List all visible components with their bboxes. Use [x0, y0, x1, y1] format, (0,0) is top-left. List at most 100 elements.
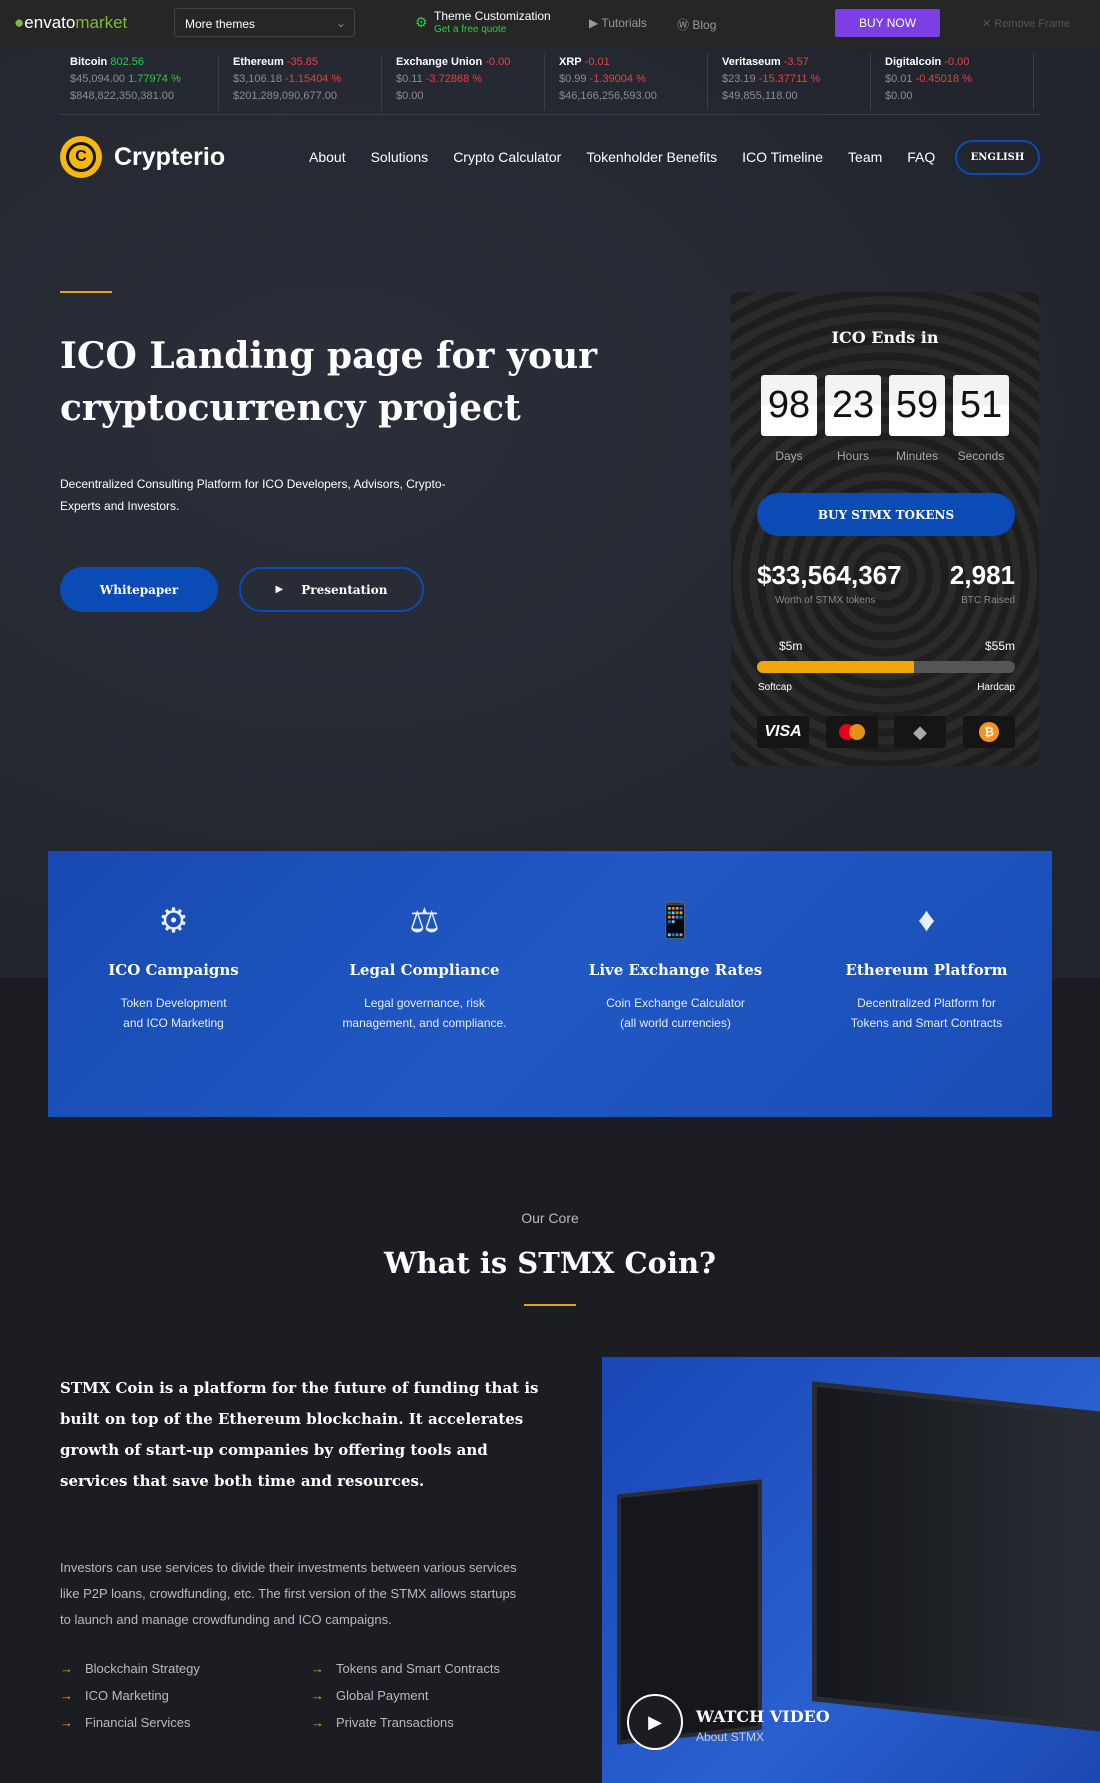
nav-item-faq[interactable]: FAQ: [907, 149, 935, 165]
btc-label: BTC Raised: [961, 595, 1015, 606]
ticker-item: Ethereum -35.85 $3,106.18 -1.15404 % $201,…: [219, 54, 382, 110]
btc-value: 2,981: [949, 560, 1015, 590]
envato-logo[interactable]: ●envatomarket: [14, 13, 127, 33]
feature-desc: Coin Exchange Calculator (all world curre…: [606, 996, 745, 1030]
presentation-button[interactable]: ▶ Presentation: [239, 567, 424, 612]
card-title: ICO Ends in: [831, 328, 939, 347]
video-preview-image[interactable]: ▶ WATCH VIDEO About STMX: [602, 1357, 1100, 1783]
core-body: Investors can use services to divide the…: [60, 1560, 517, 1627]
arrow-icon: →: [311, 1688, 324, 1703]
softcap-value: $5m: [779, 639, 803, 653]
feature-list-item: → Private Transactions: [311, 1715, 454, 1730]
brand-name[interactable]: Crypterio: [114, 143, 225, 172]
visa-icon: VISA: [757, 716, 809, 748]
funding-progress-bar: [757, 661, 1015, 673]
feature-title: Ethereum Platform: [845, 961, 1008, 979]
feature-title: Legal Compliance: [349, 961, 500, 979]
nav-item-team[interactable]: Team: [848, 149, 882, 165]
video-subtitle: About STMX: [696, 1730, 765, 1744]
feature-icon: 📱: [654, 902, 697, 940]
theme-customization-link[interactable]: Theme Customization Get a free quote: [434, 10, 551, 36]
envato-bar: ●envatomarket More themes ⌄ ⚙ Theme Custo…: [0, 0, 1100, 46]
hours-value: 23: [825, 375, 881, 436]
crypterio-logo-icon[interactable]: C: [60, 136, 102, 178]
section-kicker: Our Core: [521, 1210, 579, 1226]
youtube-icon: ▶: [589, 16, 602, 30]
minutes-value: 59: [889, 375, 945, 436]
feature-desc: Legal governance, risk management, and co…: [342, 996, 507, 1030]
wordpress-icon: Ⓦ: [677, 18, 693, 32]
arrow-icon: →: [311, 1661, 324, 1676]
nav-item-ico-timeline[interactable]: ICO Timeline: [742, 149, 823, 165]
whitepaper-button[interactable]: Whitepaper: [60, 567, 218, 612]
feature-icon: ♦: [917, 901, 936, 939]
nav-item-crypto-calculator[interactable]: Crypto Calculator: [453, 149, 561, 165]
more-themes-select[interactable]: More themes ⌄: [174, 8, 355, 37]
days-value: 98: [761, 375, 817, 436]
feature-title: Live Exchange Rates: [588, 961, 763, 979]
gear-icon: ⚙: [415, 14, 428, 30]
days-label: Days: [775, 449, 803, 463]
worth-value: $33,564,367: [757, 560, 902, 590]
section-title: What is STMX Coin?: [383, 1246, 717, 1280]
play-icon: ▶: [648, 1711, 662, 1732]
feature-list-item: → Tokens and Smart Contracts: [311, 1661, 501, 1676]
play-button[interactable]: ▶: [627, 1694, 683, 1750]
ticker-item: Bitcoin 802.56 $45,094.00 1.77974 % $848,8…: [56, 54, 219, 110]
feature-ico-campaigns: ⚙ ICO Campaigns Token Development and ICO M…: [48, 901, 299, 1033]
ticker-item: Exchange Union -0.00 $0.11 -3.72868 % $0.0…: [382, 54, 545, 110]
buy-now-button[interactable]: BUY NOW: [835, 9, 940, 37]
mastercard-icon: [826, 716, 878, 748]
chevron-down-icon: ⌄: [335, 16, 346, 30]
minutes-label: Minutes: [895, 449, 939, 463]
feature-list-item: → ICO Marketing: [60, 1688, 169, 1703]
hero-description: Decentralized Consulting Platform for IC…: [60, 477, 446, 513]
arrow-icon: →: [60, 1715, 73, 1730]
feature-desc: Token Development and ICO Marketing: [120, 996, 227, 1030]
ethereum-icon: ◆: [894, 716, 946, 748]
arrow-icon: →: [311, 1715, 324, 1730]
feature-ethereum-platform: ♦ Ethereum Platform Decentralized Platform…: [801, 901, 1052, 1033]
seconds-label: Seconds: [957, 449, 1005, 463]
accent-line: [60, 291, 112, 293]
ico-countdown-card: ICO Ends in 98 23 59 51 Days Hours Minut…: [731, 292, 1039, 766]
feature-live-exchange-rates: 📱 Live Exchange Rates Coin Exchange Calcul…: [550, 901, 801, 1033]
main-nav: About Solutions Crypto Calculator Tokenhold…: [309, 149, 960, 167]
feature-icon: ⚙: [158, 902, 189, 940]
nav-item-tokenholder-benefits[interactable]: Tokenholder Benefits: [586, 149, 717, 165]
language-button[interactable]: ENGLISH: [955, 140, 1040, 175]
hardcap-value: $55m: [984, 639, 1015, 653]
buy-tokens-button[interactable]: BUY STMX TOKENS: [757, 493, 1015, 536]
feature-desc: Decentralized Platform for Tokens and Sma…: [850, 996, 1003, 1030]
feature-list-item: → Financial Services: [60, 1715, 191, 1730]
ticker-item: Digitalcoin -0.00 $0.01 -0.45018 % $0.00: [871, 54, 1034, 110]
youtube-icon: ▶: [275, 584, 284, 595]
arrow-icon: →: [60, 1688, 73, 1703]
arrow-icon: →: [60, 1661, 73, 1676]
tutorials-link[interactable]: ▶ Tutorials: [589, 16, 647, 30]
progress-fill: [757, 661, 915, 673]
feature-legal-compliance: ⚖ Legal Compliance Legal governance, risk m…: [299, 901, 550, 1033]
hours-label: Hours: [836, 449, 869, 463]
softcap-label: Softcap: [758, 682, 792, 693]
features-band: ⚙ ICO Campaigns Token Development and ICO M…: [48, 851, 1052, 1117]
nav-item-solutions[interactable]: Solutions: [371, 149, 429, 165]
core-lead: STMX Coin is a platform for the future o…: [60, 1379, 539, 1490]
nav-item-about[interactable]: About: [309, 149, 346, 165]
monitor-right: [812, 1381, 1100, 1733]
seconds-value: 51: [953, 375, 1009, 436]
worth-label: Worth of STMX tokens: [775, 595, 876, 606]
blog-link[interactable]: Ⓦ Blog: [677, 16, 716, 33]
feature-icon: ⚖: [409, 902, 440, 940]
bitcoin-icon: ₿: [963, 716, 1015, 748]
accent-line: [524, 1304, 576, 1306]
feature-list-item: → Global Payment: [311, 1688, 429, 1703]
feature-title: ICO Campaigns: [108, 961, 239, 979]
feature-list-item: → Blockchain Strategy: [60, 1661, 200, 1676]
remove-frame-link[interactable]: ✕ Remove Frame: [982, 17, 1070, 30]
ticker-item: Veritaseum -3.57 $23.19 -15.37711 % $49,85…: [708, 54, 871, 110]
hardcap-label: Hardcap: [977, 682, 1015, 693]
hero-title: ICO Landing page for your cryptocurrency …: [60, 335, 598, 429]
divider: [60, 114, 1040, 115]
video-title: WATCH VIDEO: [696, 1707, 830, 1726]
